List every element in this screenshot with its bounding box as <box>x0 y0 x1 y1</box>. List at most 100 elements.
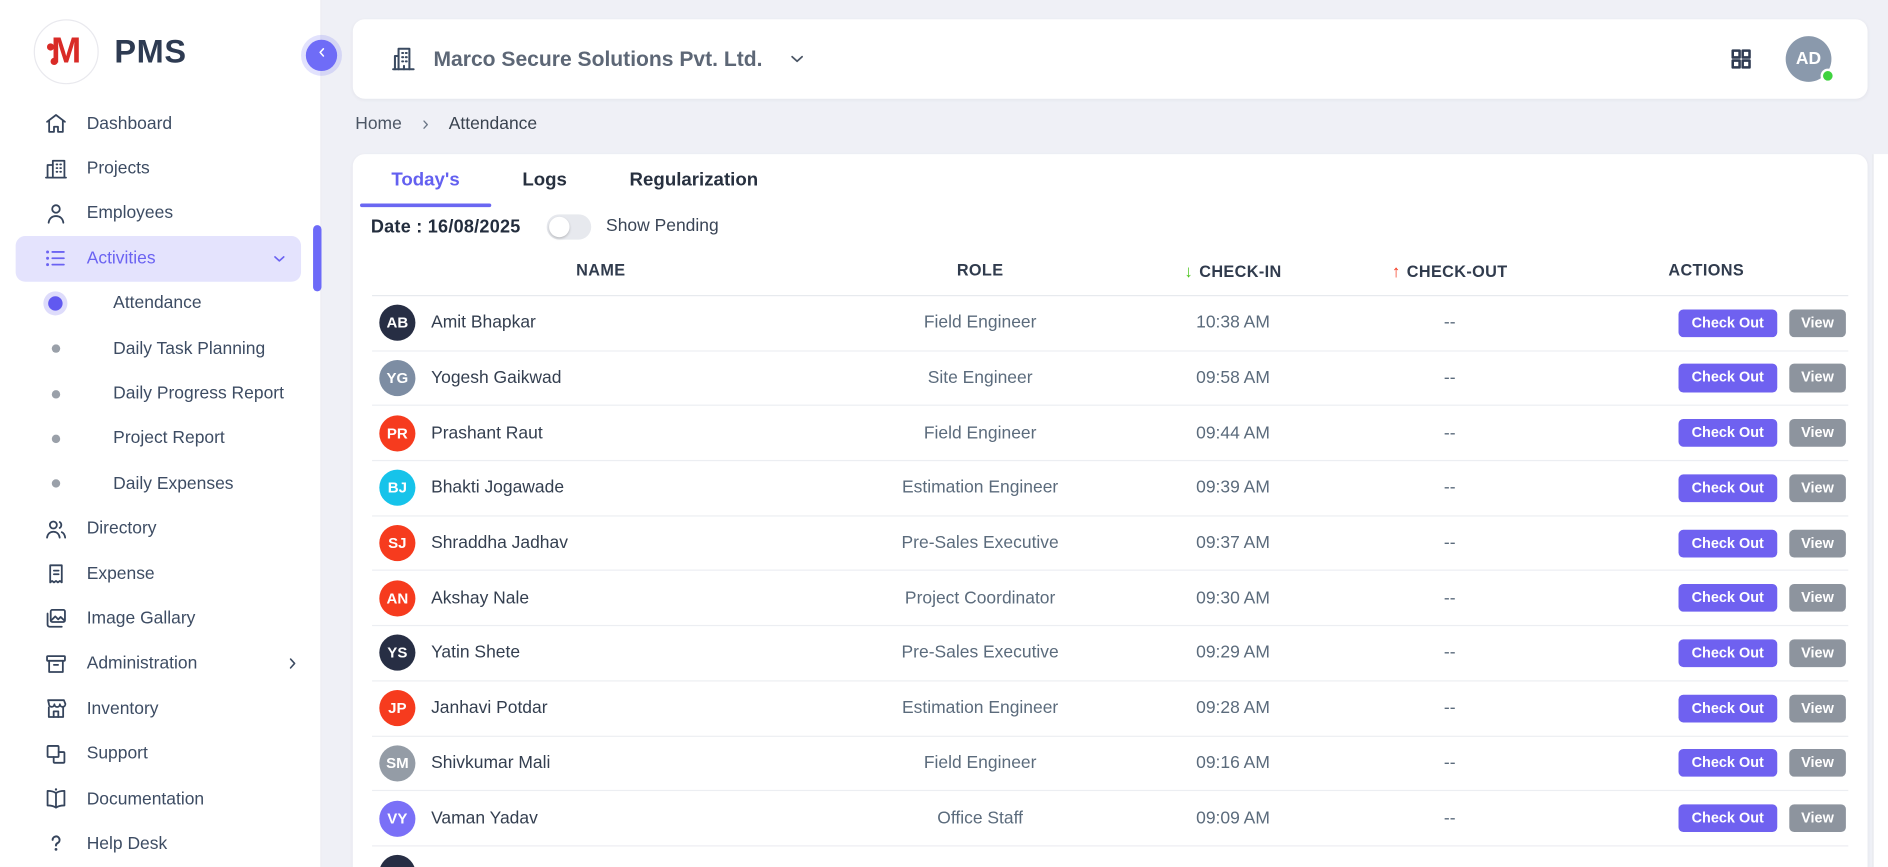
sidebar-subitem-label: Daily Task Planning <box>113 339 265 358</box>
show-pending-toggle[interactable] <box>547 214 592 239</box>
chevron-right-icon <box>283 654 302 673</box>
top-header: Marco Secure Solutions Pvt. Ltd. AD <box>353 19 1868 98</box>
tab-todays[interactable]: Today's <box>360 154 491 207</box>
tab-regularization[interactable]: Regularization <box>598 154 789 207</box>
sidebar-collapse-button[interactable] <box>306 40 337 71</box>
employee-role: Office Staff <box>830 809 1131 828</box>
check-out-button[interactable]: Check Out <box>1678 364 1777 392</box>
sidebar-item-projects[interactable]: Projects <box>0 146 320 191</box>
home-icon <box>43 111 68 136</box>
view-button[interactable]: View <box>1789 529 1846 557</box>
view-button[interactable]: View <box>1789 639 1846 667</box>
view-button[interactable]: View <box>1789 364 1846 392</box>
employee-role: Estimation Engineer <box>830 699 1131 718</box>
view-button[interactable]: View <box>1789 749 1846 777</box>
sidebar-item-label: Directory <box>87 519 157 538</box>
tab-logs[interactable]: Logs <box>491 154 598 207</box>
sidebar-subitem-label: Project Report <box>113 429 225 448</box>
column-header-actions: ACTIONS <box>1564 261 1848 279</box>
sidebar-item-employees[interactable]: Employees <box>0 191 320 236</box>
check-in-time: 09:09 AM <box>1131 809 1336 828</box>
company-selector[interactable]: Marco Secure Solutions Pvt. Ltd. <box>389 45 808 74</box>
view-button[interactable]: View <box>1789 694 1846 722</box>
employee-role: Pre-Sales Executive <box>830 534 1131 553</box>
check-out-time: -- <box>1335 589 1564 608</box>
sidebar: M PMS Dashboard Projects EmployeesActiviti… <box>0 0 321 867</box>
employee-name: Vaman Yadav <box>431 809 538 828</box>
toggle-knob <box>549 216 569 236</box>
employee-role: Field Engineer <box>830 424 1131 443</box>
breadcrumb-current: Attendance <box>449 114 537 133</box>
check-out-button[interactable]: Check Out <box>1678 584 1777 612</box>
check-out-button[interactable]: Check Out <box>1678 309 1777 337</box>
sidebar-item-inventory[interactable]: Inventory <box>0 686 320 731</box>
user-avatar[interactable]: AD <box>1786 36 1832 82</box>
active-dot-icon <box>48 297 62 311</box>
header-actions: AD <box>1728 36 1832 82</box>
table-row: ANAkshay NaleProject Coordinator09:30 AM… <box>372 571 1848 626</box>
check-out-button[interactable]: Check Out <box>1678 749 1777 777</box>
attendance-table: NAME ROLE CHECK-IN CHECK-OUT ACTIONS ABA… <box>372 246 1848 867</box>
view-button[interactable]: View <box>1789 584 1846 612</box>
employee-avatar: AN <box>379 580 415 616</box>
apps-grid-icon[interactable] <box>1728 46 1754 72</box>
check-in-time: 09:58 AM <box>1131 368 1336 387</box>
breadcrumb-home-link[interactable]: Home <box>355 114 402 133</box>
employee-avatar: YG <box>379 360 415 396</box>
store-icon <box>43 696 68 721</box>
check-out-button[interactable]: Check Out <box>1678 529 1777 557</box>
employee-name: Janhavi Potdar <box>431 699 547 718</box>
sidebar-item-directory[interactable]: Directory <box>0 506 320 551</box>
filter-row: Date : 16/08/2025 Show Pending <box>353 207 1868 246</box>
check-out-time: -- <box>1335 534 1564 553</box>
table-row <box>372 846 1848 867</box>
sidebar-subitem-daily-task-planning[interactable]: Daily Task Planning <box>0 326 320 371</box>
column-header-check-out[interactable]: CHECK-OUT <box>1335 261 1564 280</box>
column-header-check-in[interactable]: CHECK-IN <box>1131 261 1336 280</box>
check-in-time: 09:28 AM <box>1131 699 1336 718</box>
brand: M PMS <box>0 0 320 92</box>
check-out-button[interactable]: Check Out <box>1678 639 1777 667</box>
table-row: PRPrashant RautField Engineer09:44 AM--C… <box>372 406 1848 461</box>
date-label: Date : 16/08/2025 <box>371 216 521 236</box>
chevron-left-icon <box>314 45 330 67</box>
sidebar-item-documentation[interactable]: Documentation <box>0 776 320 821</box>
sidebar-subitem-daily-progress-report[interactable]: Daily Progress Report <box>0 371 320 416</box>
archive-icon <box>43 651 68 676</box>
view-button[interactable]: View <box>1789 309 1846 337</box>
scrollbar-track[interactable] <box>1872 154 1888 867</box>
sidebar-item-image-gallary[interactable]: Image Gallary <box>0 596 320 641</box>
view-button[interactable]: View <box>1789 474 1846 502</box>
check-out-button[interactable]: Check Out <box>1678 419 1777 447</box>
sidebar-item-activities[interactable]: Activities <box>16 236 301 281</box>
check-out-button[interactable]: Check Out <box>1678 694 1777 722</box>
sidebar-item-dashboard[interactable]: Dashboard <box>0 101 320 146</box>
sidebar-subitem-attendance[interactable]: Attendance <box>0 281 320 326</box>
check-out-button[interactable]: Check Out <box>1678 474 1777 502</box>
sidebar-subitem-daily-expenses[interactable]: Daily Expenses <box>0 461 320 506</box>
check-out-time: -- <box>1335 699 1564 718</box>
sidebar-item-help-desk[interactable]: Help Desk <box>0 821 320 866</box>
employee-name: Prashant Raut <box>431 424 543 443</box>
brand-logo: M <box>34 19 99 84</box>
squares-icon <box>43 741 68 766</box>
people-icon <box>43 516 68 541</box>
check-in-time: 09:16 AM <box>1131 754 1336 773</box>
sidebar-item-expense[interactable]: Expense <box>0 551 320 596</box>
table-row: YGYogesh GaikwadSite Engineer09:58 AM--C… <box>372 351 1848 406</box>
check-out-button[interactable]: Check Out <box>1678 804 1777 832</box>
sidebar-item-support[interactable]: Support <box>0 731 320 776</box>
sidebar-subitem-project-report[interactable]: Project Report <box>0 416 320 461</box>
check-out-time: -- <box>1335 754 1564 773</box>
sidebar-item-label: Projects <box>87 159 150 178</box>
table-row: BJBhakti JogawadeEstimation Engineer09:3… <box>372 461 1848 516</box>
show-pending-label: Show Pending <box>606 217 719 236</box>
sidebar-item-administration[interactable]: Administration <box>0 641 320 686</box>
sidebar-subitem-label: Attendance <box>113 294 201 313</box>
receipt-icon <box>43 561 68 586</box>
check-out-time: -- <box>1335 479 1564 498</box>
view-button[interactable]: View <box>1789 804 1846 832</box>
active-section-indicator <box>313 225 321 291</box>
view-button[interactable]: View <box>1789 419 1846 447</box>
employee-role: Project Coordinator <box>830 589 1131 608</box>
